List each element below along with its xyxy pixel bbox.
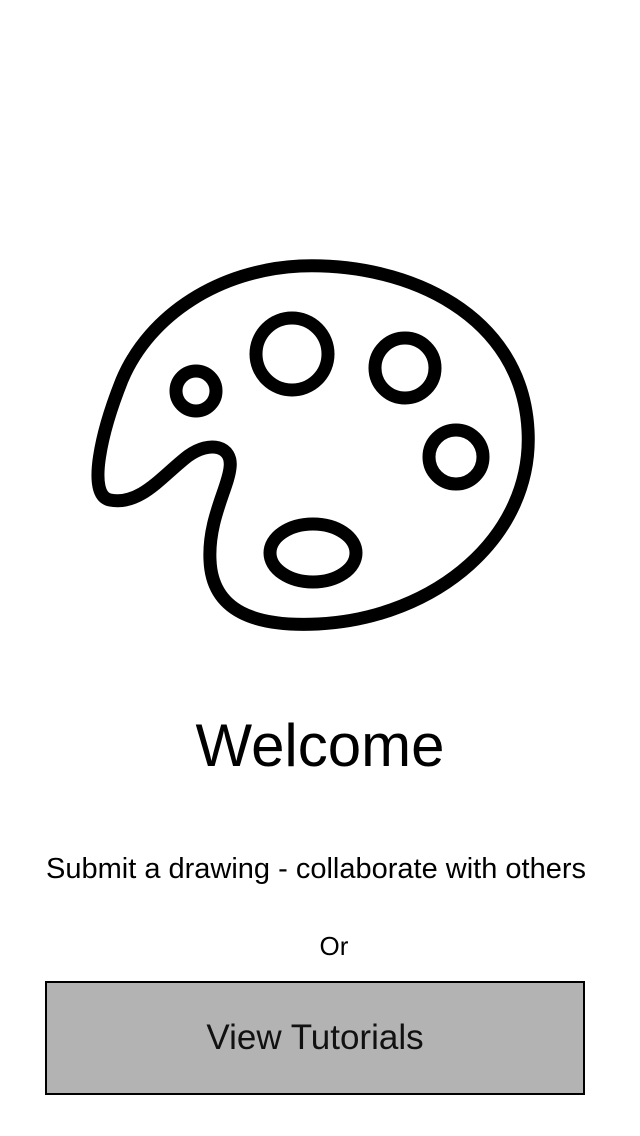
welcome-title: Welcome [195, 712, 445, 779]
view-tutorials-button[interactable]: View Tutorials [45, 981, 585, 1095]
welcome-screen: Welcome Submit a drawing - collaborate w… [0, 0, 640, 1136]
or-label: Or [319, 931, 349, 961]
welcome-subtitle: Submit a drawing - collaborate with othe… [46, 853, 586, 885]
paint-palette-icon [91, 259, 535, 631]
